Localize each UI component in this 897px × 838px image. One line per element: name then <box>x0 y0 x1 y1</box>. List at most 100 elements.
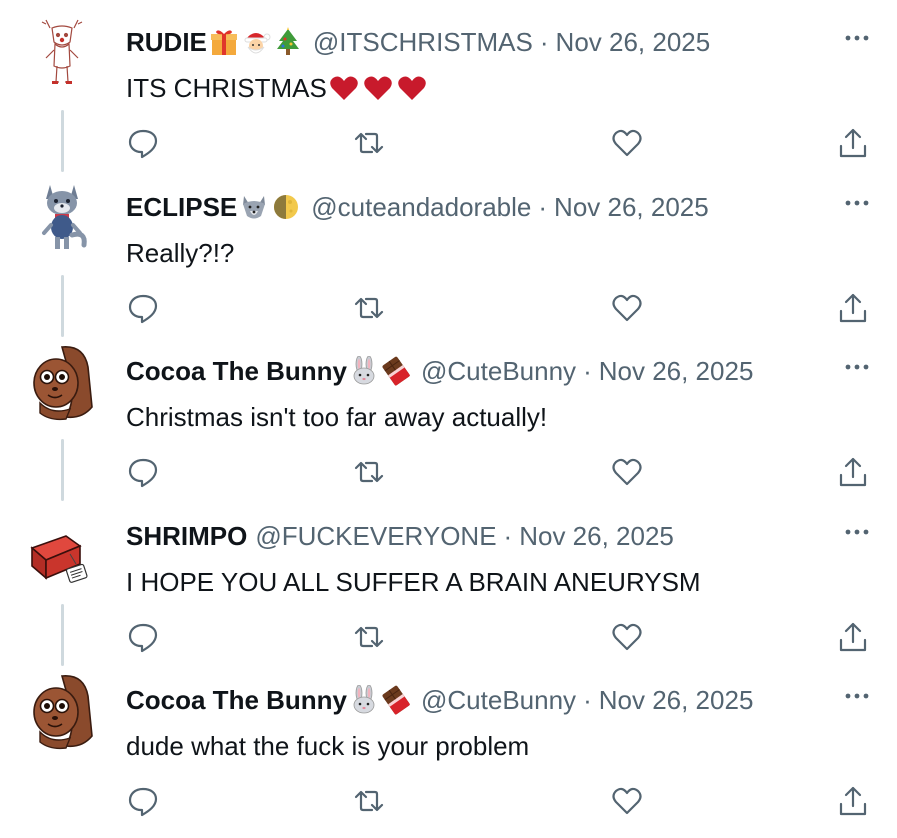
brown-bunny-avatar-icon <box>33 346 93 421</box>
more-dots-icon <box>845 364 869 370</box>
user-handle[interactable]: @CuteBunny <box>421 684 576 716</box>
display-name[interactable]: RUDIE <box>126 26 207 58</box>
avatar[interactable] <box>22 508 102 588</box>
tweet-date[interactable]: Nov 26, 2025 <box>554 191 709 223</box>
share-icon <box>839 622 867 652</box>
separator-dot: · <box>583 685 592 715</box>
moon-emoji-icon <box>274 195 299 219</box>
reply-button[interactable] <box>126 126 160 160</box>
share-icon <box>839 293 867 323</box>
tweet-actions <box>126 126 871 160</box>
name-emojis <box>209 27 305 57</box>
more-options-button[interactable] <box>843 193 871 213</box>
reply-button[interactable] <box>126 291 160 325</box>
tweet-text-row: I HOPE YOU ALL SUFFER A BRAIN ANEURYSM <box>126 566 701 598</box>
tweet[interactable]: SHRIMPO @FUCKEVERYONE · Nov 26, 2025 I H… <box>0 494 897 666</box>
like-button[interactable] <box>610 784 644 818</box>
like-button[interactable] <box>610 455 644 489</box>
tweet-date[interactable]: Nov 26, 2025 <box>599 684 754 716</box>
avatar[interactable] <box>22 179 102 259</box>
reply-icon <box>128 294 158 324</box>
display-name[interactable]: ECLIPSE <box>126 191 237 223</box>
more-dots-icon <box>845 35 869 41</box>
name-emojis <box>349 356 413 386</box>
share-button[interactable] <box>836 620 870 654</box>
share-button[interactable] <box>836 291 870 325</box>
santa-emoji-icon <box>244 33 271 54</box>
tweet-date[interactable]: Nov 26, 2025 <box>519 520 674 552</box>
share-icon <box>839 128 867 158</box>
separator-dot: · <box>539 27 549 57</box>
red-heart-emoji-icon <box>364 76 392 100</box>
separator-dot: · <box>583 356 592 386</box>
user-handle[interactable]: @CuteBunny <box>421 355 576 387</box>
tweet[interactable]: ECLIPSE @cuteandadorable · Nov 26, 2025 … <box>0 165 897 337</box>
heart-icon <box>612 129 642 157</box>
gray-wolf-avatar-icon <box>42 185 87 249</box>
avatar[interactable] <box>22 343 102 423</box>
like-button[interactable] <box>610 126 644 160</box>
share-button[interactable] <box>836 455 870 489</box>
more-dots-icon <box>845 200 869 206</box>
heart-icon <box>612 787 642 815</box>
tweet-header: ECLIPSE @cuteandadorable · Nov 26, 2025 <box>126 191 709 223</box>
user-handle[interactable]: @FUCKEVERYONE <box>255 520 496 552</box>
retweet-icon <box>354 132 384 154</box>
wolf-emoji-icon <box>243 196 266 219</box>
tweet-text-row: ITS CHRISTMAS <box>126 72 431 104</box>
tweet-date[interactable]: Nov 26, 2025 <box>556 26 711 58</box>
tweet-text: Really?!? <box>126 238 235 268</box>
more-options-button[interactable] <box>843 357 871 377</box>
separator-dot: · <box>503 521 513 551</box>
retweet-button[interactable] <box>352 126 386 160</box>
retweet-button[interactable] <box>352 291 386 325</box>
retweet-button[interactable] <box>352 620 386 654</box>
tweet[interactable]: Cocoa The Bunny @CuteBunny · Nov 26, 202… <box>0 658 897 823</box>
more-dots-icon <box>845 693 869 699</box>
chocolate-bar-emoji-icon <box>382 356 410 386</box>
like-button[interactable] <box>610 620 644 654</box>
tweet-date[interactable]: Nov 26, 2025 <box>599 355 754 387</box>
gift-emoji-icon <box>210 30 237 55</box>
display-name[interactable]: Cocoa The Bunny <box>126 355 347 387</box>
avatar[interactable] <box>22 14 102 94</box>
tweet[interactable]: Cocoa The Bunny @CuteBunny · Nov 26, 202… <box>0 329 897 501</box>
tweet[interactable]: RUDIE @ITSCHRISTMAS · Nov 26, 2025 ITS C… <box>0 0 897 172</box>
more-options-button[interactable] <box>843 522 871 542</box>
reply-icon <box>128 623 158 653</box>
retweet-button[interactable] <box>352 784 386 818</box>
avatar[interactable] <box>22 672 102 752</box>
tweet-text-row: Really?!? <box>126 237 234 269</box>
tweet-header: SHRIMPO @FUCKEVERYONE · Nov 26, 2025 <box>126 520 674 552</box>
share-button[interactable] <box>836 784 870 818</box>
separator-dot: · <box>538 192 548 222</box>
reply-button[interactable] <box>126 620 160 654</box>
reply-button[interactable] <box>126 455 160 489</box>
red-heart-emoji-icon <box>330 76 358 100</box>
share-icon <box>839 786 867 816</box>
display-name[interactable]: SHRIMPO <box>126 520 247 552</box>
rabbit-emoji-icon <box>353 685 375 714</box>
reply-thread: RUDIE @ITSCHRISTMAS · Nov 26, 2025 ITS C… <box>0 0 897 838</box>
christmas-tree-emoji-icon <box>276 27 299 55</box>
tweet-text-row: Christmas isn't too far away actually! <box>126 401 547 433</box>
brown-bunny-avatar-icon <box>33 675 93 750</box>
tweet-actions <box>126 291 871 325</box>
rabbit-emoji-icon <box>353 356 375 385</box>
tweet-text-row: dude what the fuck is your problem <box>126 730 529 762</box>
more-options-button[interactable] <box>843 28 871 48</box>
retweet-icon <box>354 461 384 483</box>
tweet-text: Christmas isn't too far away actually! <box>126 402 548 432</box>
reply-button[interactable] <box>126 784 160 818</box>
display-name[interactable]: Cocoa The Bunny <box>126 684 347 716</box>
tweet-text: I HOPE YOU ALL SUFFER A BRAIN ANEURYSM <box>126 567 701 597</box>
text-emojis <box>329 74 431 102</box>
retweet-button[interactable] <box>352 455 386 489</box>
share-button[interactable] <box>836 126 870 160</box>
user-handle[interactable]: @ITSCHRISTMAS <box>313 26 533 58</box>
more-options-button[interactable] <box>843 686 871 706</box>
like-button[interactable] <box>610 291 644 325</box>
reindeer-sketch-avatar-icon <box>41 19 83 84</box>
reply-icon <box>128 787 158 817</box>
user-handle[interactable]: @cuteandadorable <box>311 191 531 223</box>
